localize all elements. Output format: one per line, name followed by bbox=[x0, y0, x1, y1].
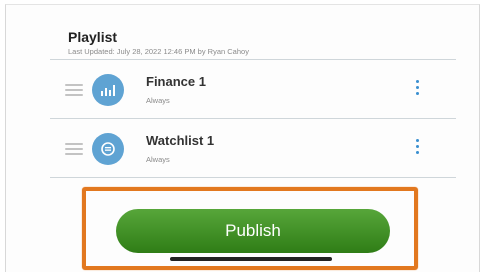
playlist-header: Playlist Last Updated: July 28, 2022 12:… bbox=[68, 29, 249, 56]
more-options-icon[interactable] bbox=[416, 139, 420, 157]
watchlist-icon bbox=[92, 133, 124, 165]
playlist-item-finance-1[interactable]: Finance 1 Always bbox=[50, 60, 456, 118]
playlist-title: Playlist bbox=[68, 29, 118, 45]
home-indicator bbox=[170, 257, 332, 261]
publish-highlight: Publish bbox=[82, 187, 418, 270]
divider bbox=[50, 177, 456, 178]
publish-button[interactable]: Publish bbox=[116, 209, 390, 253]
item-schedule: Always bbox=[146, 96, 170, 105]
item-name: Finance 1 bbox=[146, 74, 206, 89]
drag-handle-icon[interactable] bbox=[65, 84, 83, 96]
playlist-item-watchlist-1[interactable]: Watchlist 1 Always bbox=[50, 119, 456, 177]
chart-icon bbox=[92, 74, 124, 106]
item-name: Watchlist 1 bbox=[146, 133, 215, 148]
item-schedule: Always bbox=[146, 155, 170, 164]
more-options-icon[interactable] bbox=[416, 80, 420, 98]
last-updated-text: Last Updated: July 28, 2022 12:46 PM by … bbox=[68, 47, 249, 56]
drag-handle-icon[interactable] bbox=[65, 143, 83, 155]
